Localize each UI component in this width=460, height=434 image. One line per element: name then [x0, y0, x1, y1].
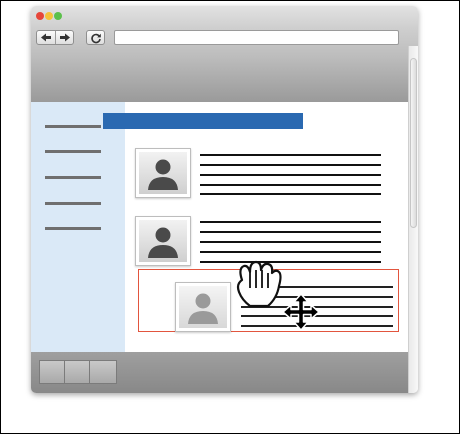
browser-toolbar: [31, 6, 418, 102]
text-line: [200, 154, 381, 156]
person-icon: [148, 159, 178, 190]
text-line: [200, 241, 381, 243]
text-line: [200, 164, 381, 166]
text-line: [200, 193, 381, 195]
person-icon: [148, 227, 178, 258]
text-line: [200, 184, 381, 186]
close-button[interactable]: [36, 12, 44, 20]
move-arrows-icon: [282, 293, 320, 331]
browser-window: [31, 6, 418, 393]
back-arrow-icon[interactable]: [37, 31, 55, 44]
reload-button[interactable]: [86, 30, 105, 45]
sidebar-item[interactable]: [45, 150, 101, 153]
back-forward-group: [36, 30, 74, 45]
sidebar-item[interactable]: [45, 125, 101, 128]
scrollbar[interactable]: [408, 46, 418, 393]
dragged-item-avatar: [175, 282, 231, 332]
minimize-button[interactable]: [45, 12, 53, 20]
forward-arrow-icon[interactable]: [54, 31, 74, 44]
footer-button[interactable]: [64, 360, 90, 384]
text-line: [200, 251, 381, 253]
sidebar-item[interactable]: [45, 176, 101, 179]
page-header-bar: [103, 113, 303, 129]
footer-button[interactable]: [39, 360, 65, 384]
text-line: [200, 174, 381, 176]
scrollbar-thumb[interactable]: [410, 58, 417, 228]
bottom-bar: [31, 352, 408, 393]
grab-hand-icon: [228, 258, 288, 316]
list-item-avatar: [135, 216, 191, 266]
reload-icon: [90, 32, 102, 44]
address-bar[interactable]: [114, 30, 399, 45]
zoom-button[interactable]: [54, 12, 62, 20]
sidebar: [31, 102, 125, 352]
sidebar-item[interactable]: [45, 227, 101, 230]
footer-button[interactable]: [89, 360, 117, 384]
sidebar-item[interactable]: [45, 202, 101, 205]
list-item-avatar: [135, 148, 191, 198]
text-line: [200, 221, 381, 223]
person-icon: [188, 293, 218, 324]
text-line: [200, 231, 381, 233]
